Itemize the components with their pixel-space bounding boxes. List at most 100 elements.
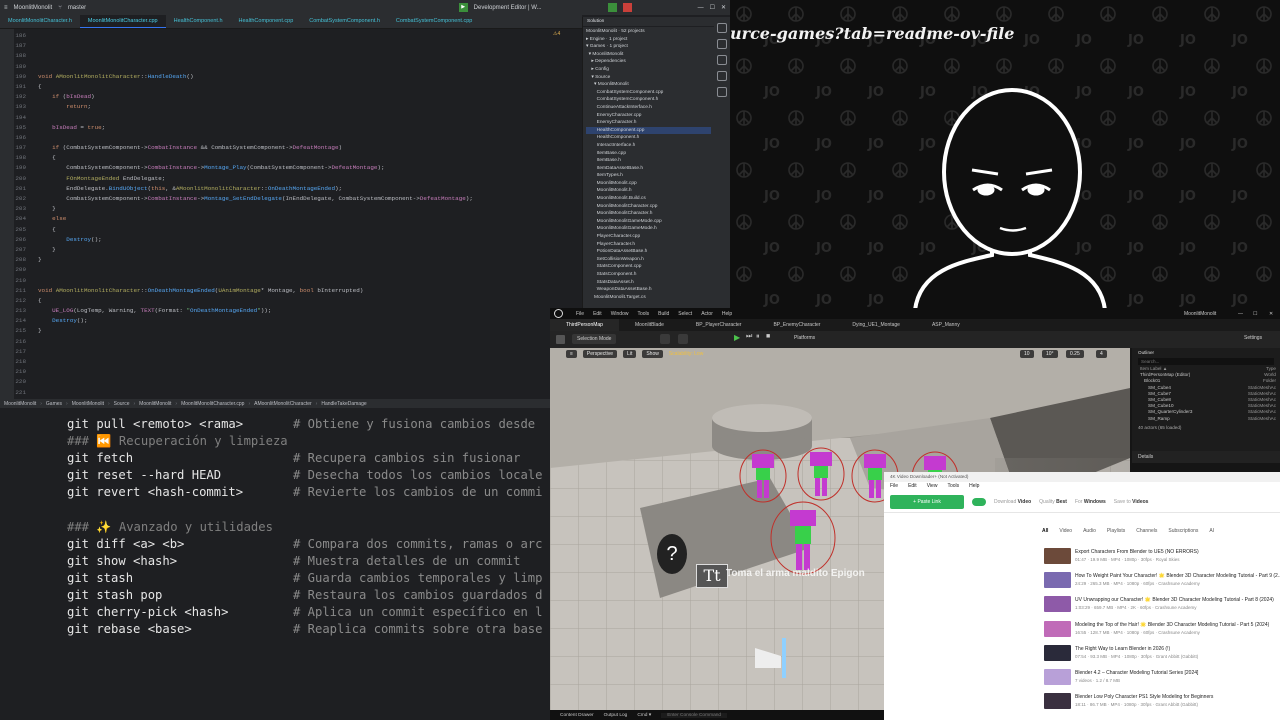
solution-tree-item[interactable]: CombatSystemComponent.cpp [586, 89, 711, 97]
line-number[interactable]: 198 [14, 153, 38, 163]
code-line[interactable]: 187 [14, 41, 569, 51]
video-thumbnail[interactable] [1044, 693, 1071, 710]
solution-tree-item[interactable]: ▾ Source [586, 74, 711, 82]
line-number[interactable]: 221 [14, 388, 38, 398]
grid-snap-value[interactable]: 10 [1020, 350, 1034, 358]
tab-moonlit-blade[interactable]: MoonlitBlade [619, 319, 680, 331]
code-line[interactable]: 203 } [14, 204, 569, 214]
solution-tree-item[interactable]: MoonlitMonolit.Target.cs [586, 294, 711, 302]
skip-icon[interactable]: ⏭ [746, 333, 752, 341]
platform-dropdown[interactable]: For Windows [1075, 499, 1106, 505]
project-selector[interactable]: MoonlitMonolit [14, 5, 53, 11]
solution-tree-item[interactable]: MoonlitMonolitGameMode.cpp [586, 218, 711, 226]
stop-icon[interactable]: ■ [766, 333, 770, 340]
solution-tree-item[interactable]: PotionDataAssetBase.h [586, 248, 711, 256]
line-number[interactable]: 209 [14, 265, 38, 275]
code-line[interactable]: 198 { [14, 153, 569, 163]
solution-tree-item[interactable]: MoonlitMonolitCharacter.cpp [586, 203, 711, 211]
line-number[interactable]: 205 [14, 225, 38, 235]
line-number[interactable]: 193 [14, 102, 38, 112]
line-number[interactable]: 201 [14, 184, 38, 194]
line-number[interactable]: 213 [14, 306, 38, 316]
breadcrumb-item[interactable]: MoonlitMonolit [139, 401, 171, 407]
settings-dropdown[interactable]: Settings [1244, 335, 1262, 341]
debug-icon[interactable] [607, 3, 617, 12]
code-line[interactable]: 221 [14, 388, 569, 398]
menu-actor[interactable]: Actor [701, 311, 713, 317]
text-render-icon[interactable]: Tt [696, 564, 728, 588]
download-item[interactable]: UV Unwrapping our Character! 🌟 Blender 3… [1044, 596, 1280, 618]
rotation-snap-value[interactable]: 10° [1042, 350, 1058, 358]
code-line[interactable]: 195 bIsDead = true; [14, 123, 569, 133]
line-number[interactable]: 207 [14, 245, 38, 255]
tab-combat-system-cpp[interactable]: CombatSystemComponent.cpp [388, 15, 480, 28]
tab-third-person-map[interactable]: ThirdPersonMap [550, 319, 619, 331]
solution-tree-item[interactable]: PlayerCharacter.cpp [586, 233, 711, 241]
blueprint-icon[interactable] [678, 334, 688, 344]
breadcrumb-item[interactable]: Games [46, 401, 62, 407]
camera-actor-icon[interactable]: ? [657, 534, 687, 574]
tab-health-component-cpp[interactable]: HealthComponent.cpp [231, 15, 302, 28]
line-number[interactable]: 212 [14, 296, 38, 306]
menu-view[interactable]: View [927, 483, 938, 490]
paste-link-button[interactable]: + Paste Link [890, 494, 964, 509]
solution-tree-item[interactable]: CombatSystemComponent.h [586, 96, 711, 104]
smart-mode-toggle[interactable] [972, 497, 986, 506]
code-line[interactable]: 216 [14, 337, 569, 347]
stop-icon[interactable] [622, 3, 632, 12]
line-number[interactable]: 189 [14, 62, 38, 72]
code-line[interactable]: 213 UE_LOG(LogTemp, Warning, TEXT(Format… [14, 306, 569, 316]
lit-button[interactable]: Lit [623, 350, 637, 358]
solution-tree-item[interactable]: ItemBase.cpp [586, 150, 711, 158]
code-line[interactable]: 199 CombatSystemComponent->CombatInstanc… [14, 163, 569, 173]
pause-icon[interactable]: ⏸ [756, 333, 760, 341]
code-line[interactable]: 211 void AMoonlitMonolitCharacter::OnDeat… [14, 286, 569, 296]
download-item[interactable]: The Right Way to Learn Blender in 2026 (… [1044, 644, 1280, 667]
menu-tools[interactable]: Tools [947, 483, 959, 490]
tab-moonlit-character-h[interactable]: MoonlitMonolitCharacter.h [0, 15, 80, 28]
solution-tree-item[interactable]: MoonlitMonolitGameMode.h [586, 225, 711, 233]
solution-tree-item[interactable]: ▸ Config [586, 66, 711, 74]
breadcrumb-item[interactable]: HandleTakeDamage [321, 401, 366, 407]
code-editor[interactable]: 186 187 188 189 190 void AMoonlitMonolitChara… [14, 31, 569, 401]
menu-help[interactable]: Help [969, 483, 979, 490]
code-line[interactable]: 206 Destroy(); [14, 235, 569, 245]
download-item[interactable]: Blender 4.2 – Character Modeling Tutoria… [1044, 669, 1280, 691]
hamburger-menu-icon[interactable]: ≡ [4, 5, 8, 11]
line-number[interactable]: 199 [14, 163, 38, 173]
output-log-button[interactable]: Output Log [604, 713, 628, 718]
video-thumbnail[interactable] [1044, 596, 1071, 613]
solution-tree-item[interactable]: ItemDataAssetBase.h [586, 165, 711, 173]
code-line[interactable]: 220 [14, 377, 569, 387]
code-line[interactable]: 188 [14, 51, 569, 61]
play-icon[interactable]: ▶ [734, 333, 740, 342]
line-number[interactable]: 197 [14, 143, 38, 153]
line-number[interactable]: 208 [14, 255, 38, 265]
line-number[interactable]: 202 [14, 194, 38, 204]
platforms-dropdown[interactable]: Platforms [794, 335, 815, 341]
menu-tools[interactable]: Tools [637, 311, 649, 317]
viewport-menu-icon[interactable]: ≡ [566, 350, 577, 358]
camera-speed-value[interactable]: 4 [1096, 350, 1107, 358]
solution-tree-item[interactable]: StatsComponent.h [586, 271, 711, 279]
line-number[interactable]: 196 [14, 133, 38, 143]
download-type-dropdown[interactable]: Download Video [994, 499, 1031, 505]
code-line[interactable]: 189 [14, 62, 569, 72]
solution-tree-item[interactable]: InteractInterface.h [586, 142, 711, 150]
code-line[interactable]: 218 [14, 357, 569, 367]
solution-tree-item[interactable]: ▾ Games · 1 project [586, 43, 711, 51]
show-button[interactable]: Show [642, 350, 663, 358]
solution-tree-item[interactable]: ▸ Engine · 1 project [586, 36, 711, 44]
solution-tree-item[interactable]: HealthComponent.h [586, 134, 711, 142]
maximize-icon[interactable]: ☐ [710, 4, 715, 11]
line-number[interactable]: 188 [14, 51, 38, 61]
solution-tree-item[interactable]: MoonlitMonolit.cpp [586, 180, 711, 188]
code-line[interactable]: 215} [14, 326, 569, 336]
solution-tree-item[interactable]: SetCollisionWeapon.h [586, 256, 711, 264]
line-number[interactable]: 192 [14, 92, 38, 102]
perspective-button[interactable]: Perspective [582, 350, 618, 358]
code-line[interactable]: 205 { [14, 225, 569, 235]
code-line[interactable]: 204 else [14, 214, 569, 224]
code-line[interactable]: 208} [14, 255, 569, 265]
line-number[interactable]: 219 [14, 367, 38, 377]
